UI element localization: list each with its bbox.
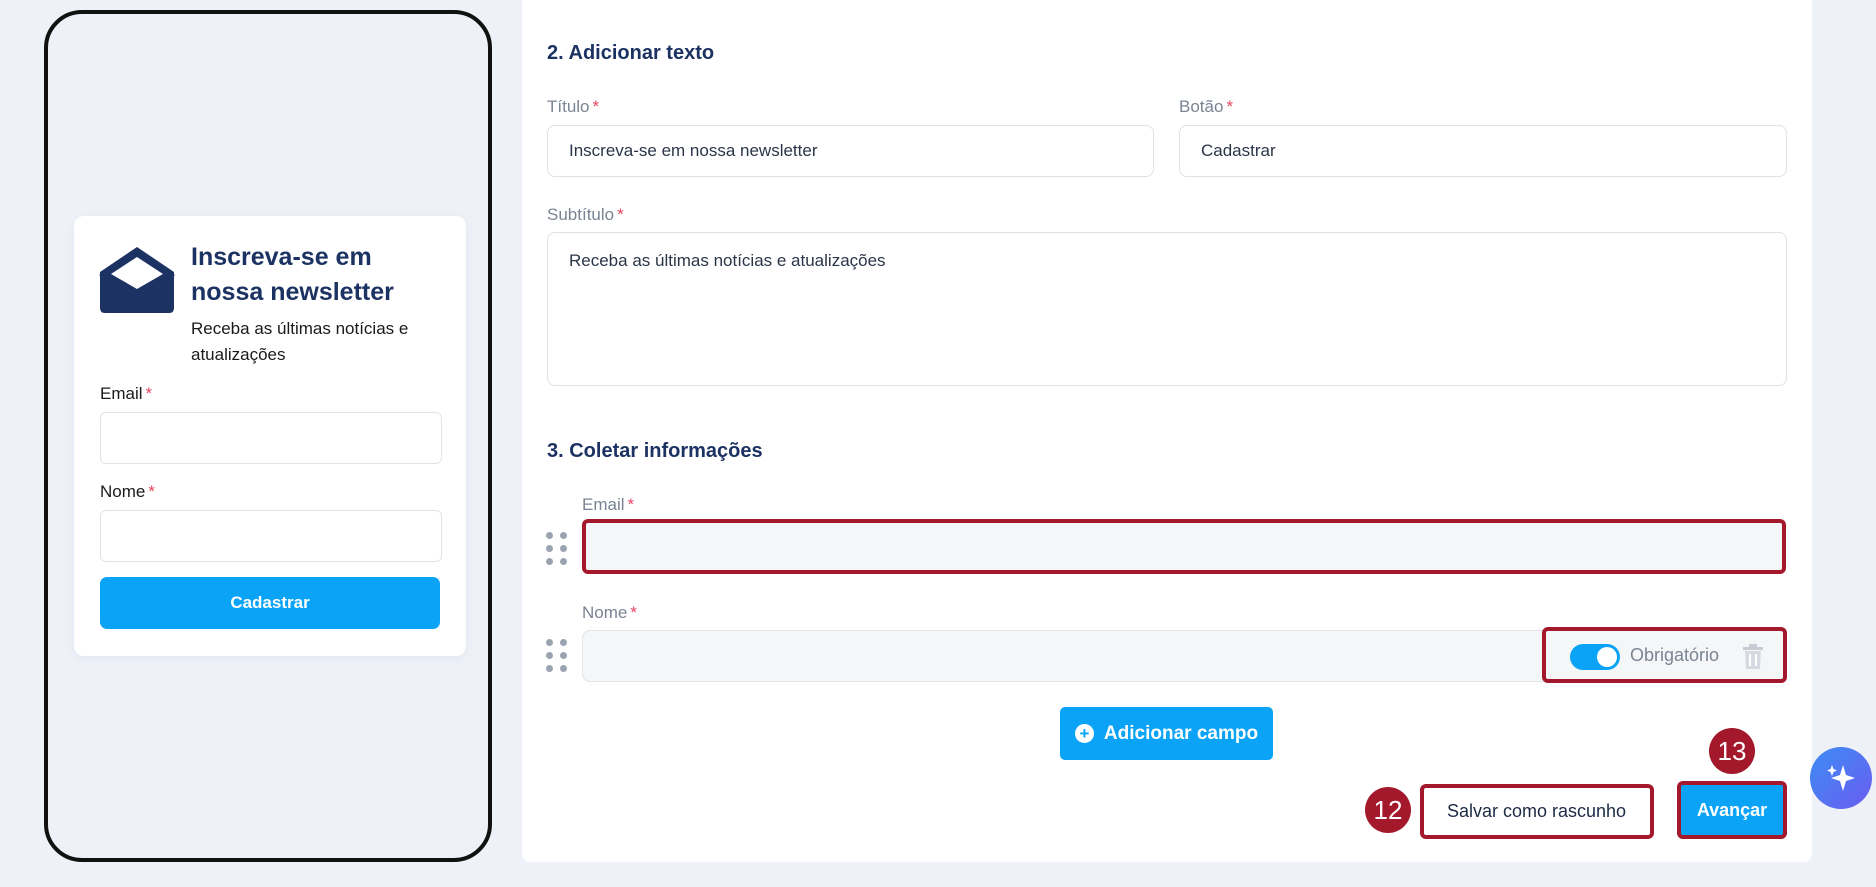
preview-email-label: Email *	[100, 384, 153, 403]
preview-email-input[interactable]	[100, 412, 442, 464]
add-field-button[interactable]: + Adicionar campo	[1060, 707, 1273, 760]
name-field-label: Nome *	[582, 603, 637, 622]
drag-handle-icon[interactable]	[546, 639, 567, 677]
add-field-label: Adicionar campo	[1103, 722, 1259, 744]
button-field-label: Botão *	[1179, 97, 1234, 116]
preview-name-label: Nome *	[100, 482, 155, 501]
required-toggle[interactable]	[1570, 644, 1620, 670]
drag-handle-icon[interactable]	[546, 532, 567, 570]
step-badge-next: 13	[1709, 728, 1755, 774]
step-badge-draft: 12	[1365, 787, 1411, 833]
ai-assistant-button[interactable]	[1810, 747, 1872, 809]
preview-name-input[interactable]	[100, 510, 442, 562]
sparkle-icon	[1827, 765, 1855, 791]
section-add-text-heading: 2. Adicionar texto	[547, 42, 715, 64]
title-input[interactable]: Inscreva-se em nossa newsletter	[547, 125, 1154, 177]
title-field-label: Título *	[547, 97, 600, 116]
preview-title: Inscreva-se em nossa newsletter	[191, 243, 394, 306]
plus-circle-icon: +	[1074, 724, 1094, 743]
button-text-input[interactable]: Cadastrar	[1179, 125, 1787, 177]
envelope-open-icon	[99, 247, 175, 313]
preview-submit-button[interactable]: Cadastrar	[100, 577, 440, 629]
email-field-highlight	[582, 519, 1786, 574]
section-collect-heading: 3. Coletar informações	[547, 440, 763, 462]
required-toggle-label: Obrigatório	[1630, 645, 1720, 665]
subtitle-textarea[interactable]: Receba as últimas notícias e atualizaçõe…	[547, 232, 1787, 386]
subtitle-field-label: Subtítulo *	[547, 205, 624, 224]
trash-icon[interactable]	[1742, 644, 1764, 670]
preview-subtitle: Receba as últimas notícias e atualizaçõe…	[191, 319, 409, 364]
email-field-label: Email *	[582, 495, 635, 514]
save-draft-highlight	[1420, 784, 1654, 839]
next-button-highlight	[1677, 781, 1787, 839]
